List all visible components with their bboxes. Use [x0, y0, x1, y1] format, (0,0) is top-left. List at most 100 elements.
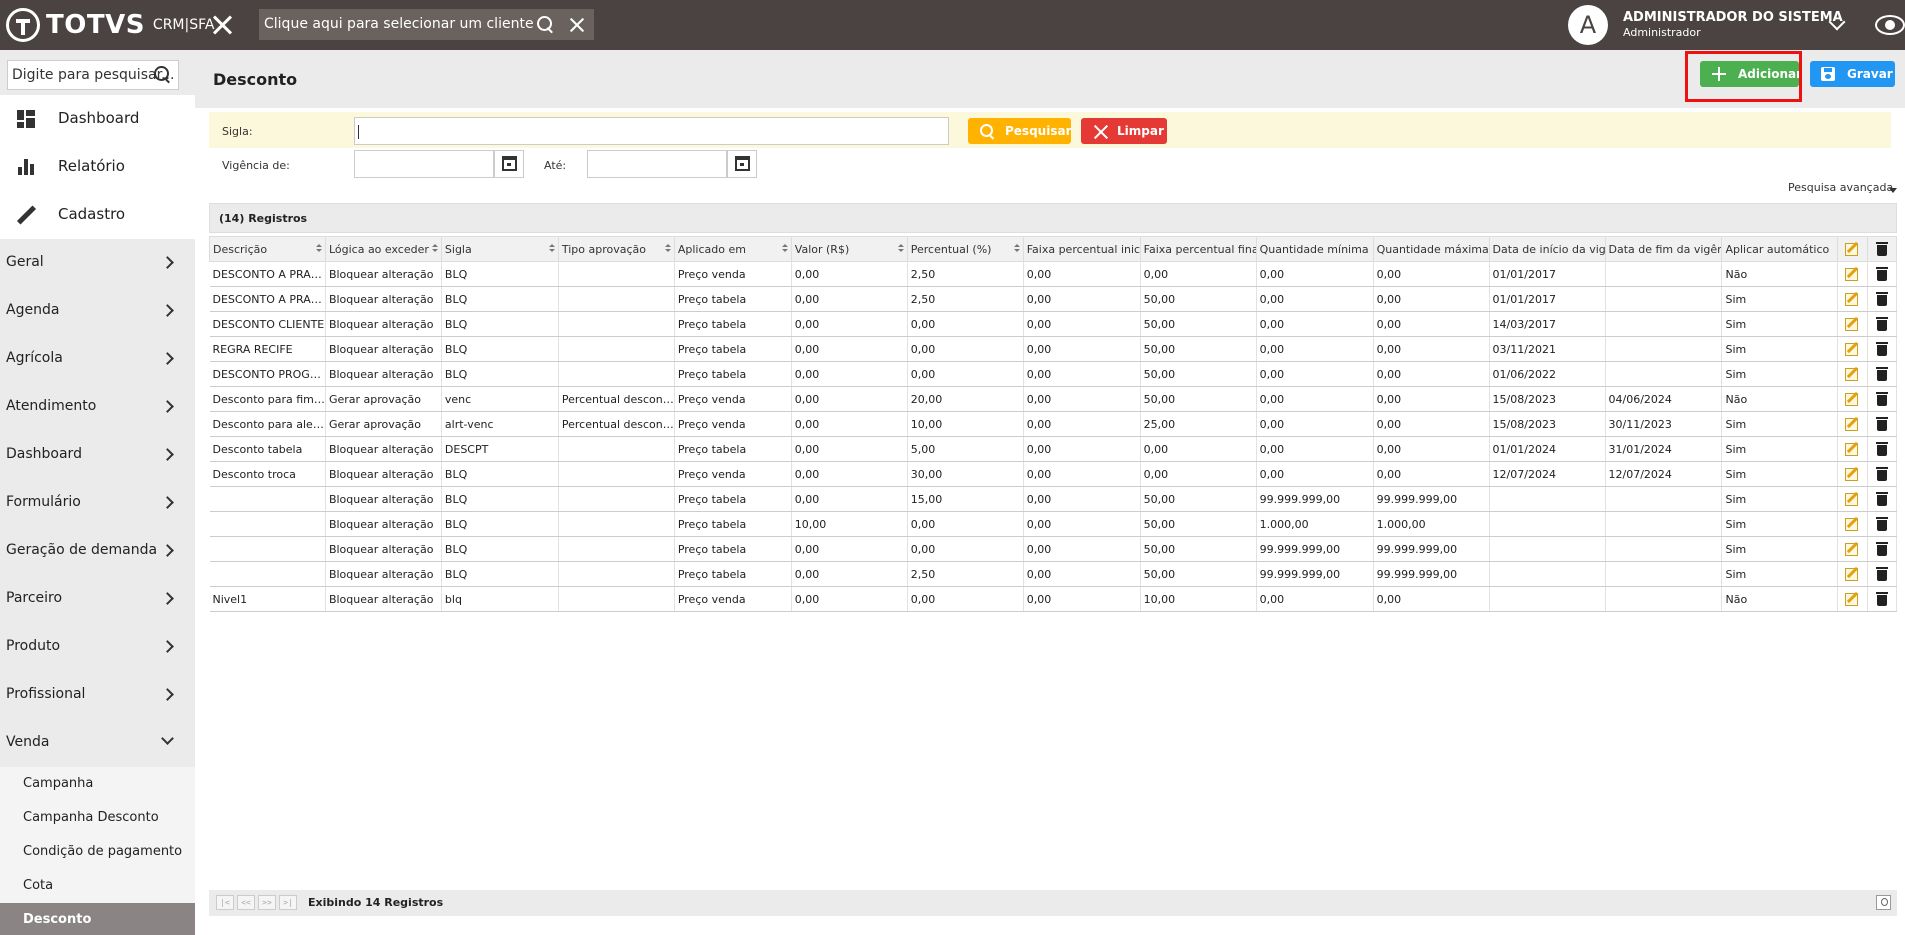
clear-button[interactable]: Limpar: [1081, 118, 1167, 144]
column-header-descricao[interactable]: Descrição: [209, 236, 326, 262]
table-row[interactable]: Bloquear alteração BLQ Preço tabela 0,00 0,0…: [209, 536, 1898, 562]
edit-row-button[interactable]: [1837, 536, 1868, 562]
sidebar-group-geracao-demanda[interactable]: Geração de demanda: [0, 527, 195, 575]
column-header-logica[interactable]: Lógica ao exceder: [324, 236, 442, 262]
edit-row-button[interactable]: [1837, 261, 1868, 287]
sidebar-group-produto[interactable]: Produto: [0, 623, 195, 671]
sidebar-group-profissional[interactable]: Profissional: [0, 671, 195, 719]
table-row[interactable]: Desconto para alerta vencimentoGerar apr…: [209, 411, 1898, 437]
sigla-input[interactable]: [354, 117, 949, 145]
sidebar-group-agricola[interactable]: Agrícola: [0, 335, 195, 383]
table-row[interactable]: Desconto tabela Bloquear alteração DESCPT P…: [209, 436, 1898, 462]
lightbulb-icon[interactable]: [1876, 895, 1891, 910]
edit-row-button[interactable]: [1837, 461, 1868, 487]
caret-down-icon[interactable]: [1889, 188, 1897, 193]
vigencia-from-input[interactable]: [354, 150, 494, 178]
search-icon[interactable]: [154, 66, 172, 84]
delete-row-button[interactable]: [1867, 286, 1898, 312]
delete-row-button[interactable]: [1867, 461, 1898, 487]
column-header-faixa-final[interactable]: Faixa percentual final: [1139, 236, 1257, 262]
close-menu-icon[interactable]: [208, 10, 238, 40]
sidebar-group-venda[interactable]: Venda: [0, 719, 195, 767]
table-row[interactable]: DESCONTO A PRAZO Bloquear alteração BLQ Pre…: [209, 286, 1898, 312]
sidebar-group-atendimento[interactable]: Atendimento: [0, 383, 195, 431]
edit-row-button[interactable]: [1837, 511, 1868, 537]
search-icon[interactable]: [536, 15, 556, 35]
column-header-qtd-minima[interactable]: Quantidade mínima: [1255, 236, 1374, 262]
sidebar-search-input[interactable]: Digite para pesquisar...: [7, 60, 179, 90]
table-row[interactable]: Bloquear alteração BLQ Preço tabela 0,00 15,…: [209, 486, 1898, 512]
delete-row-button[interactable]: [1867, 536, 1898, 562]
column-header-aplicar-automatico[interactable]: Aplicar automático: [1721, 236, 1839, 262]
delete-row-button[interactable]: [1867, 311, 1898, 337]
sidebar-item-cadastro[interactable]: Cadastro: [0, 191, 195, 239]
column-header-faixa-inicial[interactable]: Faixa percentual inicial: [1022, 236, 1141, 262]
table-row[interactable]: Bloquear alteração BLQ Preço tabela 10,00 0,…: [209, 511, 1898, 537]
previous-page-button[interactable]: <<: [237, 895, 255, 910]
edit-row-button[interactable]: [1837, 411, 1868, 437]
edit-row-button[interactable]: [1837, 336, 1868, 362]
column-header-data-fim[interactable]: Data de fim da vigência: [1604, 236, 1723, 262]
column-header-qtd-maxima[interactable]: Quantidade máxima: [1372, 236, 1490, 262]
delete-row-button[interactable]: [1867, 586, 1898, 612]
edit-row-button[interactable]: [1837, 486, 1868, 512]
sidebar-item-desconto[interactable]: Desconto: [0, 903, 195, 935]
table-row[interactable]: DESCONTO CLIENTE Bloquear alteração BLQ Pre…: [209, 311, 1898, 337]
table-row[interactable]: Desconto troca Bloquear alteração BLQ Preço…: [209, 461, 1898, 487]
table-row[interactable]: REGRA RECIFE Bloquear alteração BLQ Preço t…: [209, 336, 1898, 362]
sidebar-group-parceiro[interactable]: Parceiro: [0, 575, 195, 623]
client-selector[interactable]: Clique aqui para selecionar um cliente: [259, 9, 594, 40]
user-name[interactable]: ADMINISTRADOR DO SISTEMA: [1623, 10, 1843, 25]
table-row[interactable]: Bloquear alteração BLQ Preço tabela 0,00 2,5…: [209, 561, 1898, 587]
delete-row-button[interactable]: [1867, 511, 1898, 537]
vigencia-from-calendar-button[interactable]: [494, 150, 524, 178]
vigencia-to-input[interactable]: [587, 150, 727, 178]
sidebar-group-dashboard[interactable]: Dashboard: [0, 431, 195, 479]
column-header-percentual[interactable]: Percentual (%): [906, 236, 1024, 262]
column-header-tipo-aprovacao[interactable]: Tipo aprovação: [557, 236, 675, 262]
edit-row-button[interactable]: [1837, 361, 1868, 387]
edit-row-button[interactable]: [1837, 286, 1868, 312]
edit-row-button[interactable]: [1837, 561, 1868, 587]
sidebar-group-agenda[interactable]: Agenda: [0, 287, 195, 335]
sidebar-item-relatorio[interactable]: Relatório: [0, 143, 195, 191]
next-page-button[interactable]: >>: [258, 895, 276, 910]
totvs-logo[interactable]: TOTVS CRM|SFA: [6, 8, 214, 42]
delete-row-button[interactable]: [1867, 261, 1898, 287]
save-button[interactable]: Gravar: [1810, 61, 1895, 87]
first-page-button[interactable]: |<: [216, 895, 234, 910]
clear-icon[interactable]: [568, 16, 586, 34]
vigencia-to-calendar-button[interactable]: [727, 150, 757, 178]
avatar[interactable]: A: [1568, 5, 1608, 45]
delete-row-button[interactable]: [1867, 386, 1898, 412]
column-header-valor[interactable]: Valor (R$): [790, 236, 908, 262]
last-page-button[interactable]: >|: [279, 895, 297, 910]
table-row[interactable]: DESCONTO PROGRESSIVOBloquear alteraçãoBL…: [209, 361, 1898, 387]
delete-row-button[interactable]: [1867, 436, 1898, 462]
edit-row-button[interactable]: [1837, 386, 1868, 412]
add-button[interactable]: Adicionar: [1700, 61, 1802, 87]
table-row[interactable]: Desconto para fim vigênciaGerar aprovaçã…: [209, 386, 1898, 412]
advanced-search-link[interactable]: Pesquisa avançada: [1788, 181, 1893, 194]
delete-row-button[interactable]: [1867, 561, 1898, 587]
column-header-sigla[interactable]: Sigla: [440, 236, 559, 262]
delete-row-button[interactable]: [1867, 486, 1898, 512]
sidebar-item-campanha[interactable]: Campanha: [0, 767, 195, 801]
eye-icon[interactable]: [1875, 15, 1905, 35]
edit-row-button[interactable]: [1837, 436, 1868, 462]
edit-row-button[interactable]: [1837, 311, 1868, 337]
delete-row-button[interactable]: [1867, 336, 1898, 362]
column-header-data-inicio[interactable]: Data de início da vigência: [1488, 236, 1606, 262]
search-button[interactable]: Pesquisar: [968, 118, 1071, 144]
sidebar-item-condicao-pagamento[interactable]: Condição de pagamento: [0, 835, 195, 869]
table-row[interactable]: Nivel1 Bloquear alteração blq Preço venda 0,…: [209, 586, 1898, 612]
edit-row-button[interactable]: [1837, 586, 1868, 612]
sidebar-group-geral[interactable]: Geral: [0, 239, 195, 287]
column-header-aplicado-em[interactable]: Aplicado em: [673, 236, 792, 262]
sidebar-item-dashboard[interactable]: Dashboard: [0, 95, 195, 143]
delete-row-button[interactable]: [1867, 411, 1898, 437]
sidebar-group-formulario[interactable]: Formulário: [0, 479, 195, 527]
sidebar-item-campanha-desconto[interactable]: Campanha Desconto: [0, 801, 195, 835]
table-row[interactable]: DESCONTO A PRAZO Bloquear alteração BLQ Pre…: [209, 261, 1898, 287]
sidebar-item-cota[interactable]: Cota: [0, 869, 195, 903]
